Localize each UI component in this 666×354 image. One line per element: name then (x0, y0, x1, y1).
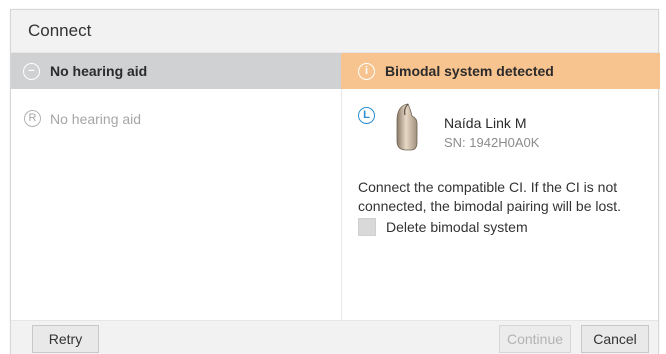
device-serial: SN: 1942H0A0K (444, 135, 540, 150)
left-ear-icon: L (358, 107, 375, 124)
right-ear-icon: R (24, 110, 41, 127)
left-side-item-label: No hearing aid (50, 110, 142, 127)
dialog-title: Connect (28, 21, 92, 40)
delete-bimodal-checkbox[interactable] (358, 218, 376, 236)
continue-button[interactable]: Continue (499, 325, 571, 353)
retry-button[interactable]: Retry (32, 325, 99, 353)
device-name: Naída Link M (444, 115, 527, 131)
connect-dialog: Connect − No hearing aid i Bimodal syste… (10, 9, 660, 354)
bimodal-warning-message: Connect the compatible CI. If the CI is … (358, 179, 622, 214)
panel-divider (341, 89, 342, 320)
left-side-header-label: No hearing aid (50, 63, 148, 79)
left-side-item: R No hearing aid (24, 110, 141, 127)
cancel-button[interactable]: Cancel (581, 325, 649, 353)
hearing-aid-icon (396, 103, 418, 151)
delete-bimodal-option[interactable]: Delete bimodal system (358, 218, 528, 236)
right-side-header-label: Bimodal system detected (385, 63, 554, 79)
device-info: Naída Link M SN: 1942H0A0K (444, 115, 539, 150)
right-side-header: i Bimodal system detected (341, 53, 660, 89)
info-circle-icon: i (358, 62, 375, 80)
minus-circle-icon: − (23, 62, 40, 80)
dialog-titlebar: Connect (11, 10, 658, 53)
device-entry: L Naída Link M SN: 1942H0A0K (358, 103, 539, 151)
delete-bimodal-label[interactable]: Delete bimodal system (386, 219, 528, 235)
dialog-footer: Retry Continue Cancel (11, 320, 658, 354)
left-side-header: − No hearing aid (11, 53, 341, 89)
